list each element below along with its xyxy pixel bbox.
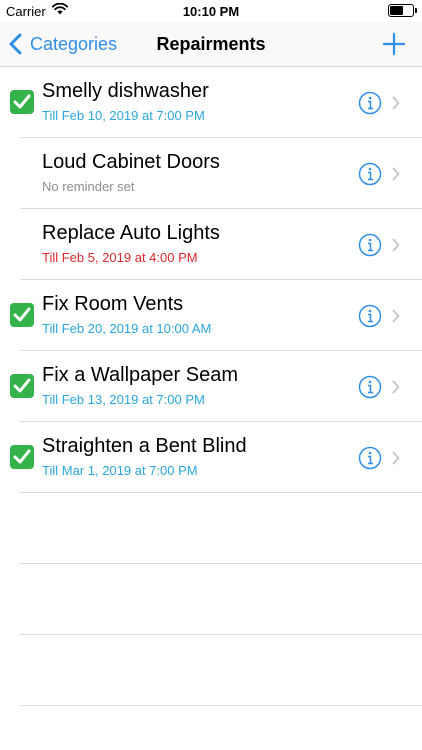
info-icon[interactable] [358, 162, 382, 186]
item-reminder: Till Feb 13, 2019 at 7:00 PM [42, 392, 205, 407]
info-icon[interactable] [358, 446, 382, 470]
item-title: Fix Room Vents [42, 293, 184, 315]
page-title: Repairments [156, 34, 266, 54]
list-item[interactable]: Fix a Wallpaper Seam Till Feb 13, 2019 at… [0, 351, 422, 422]
chevron-right-icon [392, 309, 400, 323]
list-item[interactable]: Straighten a Bent Blind Till Mar 1, 2019 … [0, 422, 422, 493]
empty-row [0, 635, 422, 706]
status-bar: Carrier 10:10 PM [0, 0, 422, 22]
status-time: 10:10 PM [182, 4, 240, 19]
battery-icon [388, 4, 417, 17]
item-reminder: Till Feb 5, 2019 at 4:00 PM [42, 250, 198, 265]
item-title: Smelly dishwasher [42, 80, 209, 102]
checkmark-icon[interactable] [10, 374, 34, 398]
item-reminder: Till Feb 20, 2019 at 10:00 AM [42, 321, 212, 336]
item-title: Loud Cabinet Doors [42, 151, 220, 173]
empty-row [0, 564, 422, 635]
list-item[interactable]: Replace Auto Lights Till Feb 5, 2019 at 4… [0, 209, 422, 280]
item-title: Straighten a Bent Blind [42, 435, 247, 457]
plus-icon[interactable] [382, 32, 406, 56]
list-item[interactable]: Smelly dishwasher Till Feb 10, 2019 at 7:… [0, 67, 422, 138]
item-title: Replace Auto Lights [42, 222, 220, 244]
list-item[interactable]: Fix Room Vents Till Feb 20, 2019 at 10:00… [0, 280, 422, 351]
info-icon[interactable] [358, 304, 382, 328]
info-icon[interactable] [358, 233, 382, 257]
checkmark-icon[interactable] [10, 90, 34, 114]
checkmark-icon[interactable] [10, 303, 34, 327]
chevron-right-icon [392, 380, 400, 394]
info-icon[interactable] [358, 375, 382, 399]
chevron-right-icon [392, 451, 400, 465]
empty-row [0, 493, 422, 564]
screen: Carrier 10:10 PM Categories Repairments … [0, 0, 422, 750]
item-reminder: Till Mar 1, 2019 at 7:00 PM [42, 463, 198, 478]
chevron-right-icon [392, 238, 400, 252]
info-icon[interactable] [358, 91, 382, 115]
list-item[interactable]: Loud Cabinet Doors No reminder set [0, 138, 422, 209]
navigation-bar: Categories Repairments [0, 22, 422, 67]
chevron-right-icon [392, 167, 400, 181]
row-separator [20, 705, 422, 706]
item-title: Fix a Wallpaper Seam [42, 364, 238, 386]
item-reminder: No reminder set [42, 179, 135, 194]
chevron-right-icon [392, 96, 400, 110]
checkmark-icon[interactable] [10, 445, 34, 469]
battery-level [390, 6, 404, 15]
repairments-list: Smelly dishwasher Till Feb 10, 2019 at 7:… [0, 67, 422, 706]
item-reminder: Till Feb 10, 2019 at 7:00 PM [42, 108, 205, 123]
battery-nub [415, 8, 417, 13]
